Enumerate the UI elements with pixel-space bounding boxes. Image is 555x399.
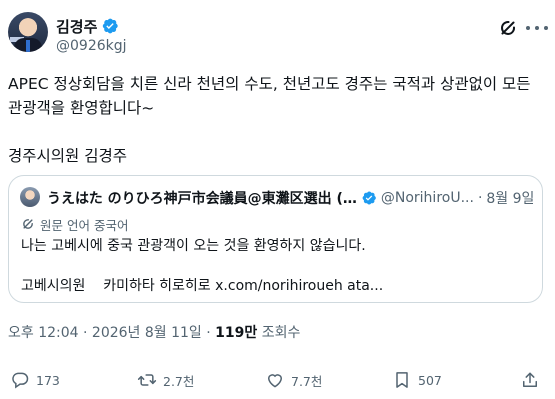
author-handle[interactable]: @0926kgj bbox=[56, 38, 127, 54]
quoted-post-card[interactable]: うえはた のりひろ神戸市会議員@東灘区選出 (… @NorihiroU... ·… bbox=[8, 175, 543, 303]
retweet-button[interactable]: 2.7천 bbox=[137, 368, 194, 392]
post-meta: 오후 12:04 · 2026년 8월 11일 · 119만 조회수 bbox=[8, 322, 300, 342]
like-count: 7.7천 bbox=[291, 373, 323, 389]
post-text: APEC 정상회담을 치른 신라 천년의 수도, 천년고도 경주는 국적과 상관… bbox=[8, 75, 531, 165]
translate-label: 원문 언어 중국어 bbox=[40, 217, 129, 233]
more-icon[interactable] bbox=[526, 20, 548, 36]
share-button[interactable] bbox=[520, 368, 540, 392]
quoted-text: 나는 고베시에 중국 관광객이 오는 것을 환영하지 않습니다. 고베시의원 카… bbox=[21, 236, 531, 296]
post-timestamp[interactable]: 오후 12:04 · 2026년 8월 11일 · bbox=[8, 325, 215, 341]
reply-icon bbox=[12, 372, 29, 389]
retweet-count: 2.7천 bbox=[163, 373, 195, 389]
quoted-text-line1: 나는 고베시에 중국 관광객이 오는 것을 환영하지 않습니다. bbox=[21, 238, 366, 254]
views-label: 조회수 bbox=[257, 325, 301, 341]
quoted-separator: · bbox=[477, 190, 483, 206]
bookmark-button[interactable]: 507 bbox=[392, 368, 442, 392]
views-count: 119만 bbox=[215, 325, 258, 341]
verified-badge-icon bbox=[362, 191, 376, 205]
quoted-author-avatar bbox=[20, 187, 40, 207]
share-icon bbox=[523, 372, 537, 387]
reply-button[interactable]: 173 bbox=[10, 368, 60, 392]
quoted-date: 8월 9일 bbox=[486, 191, 535, 207]
author-name[interactable]: 김경주 bbox=[56, 16, 97, 37]
action-bar: 173 2.7천 7.7천 507 bbox=[0, 368, 555, 392]
quoted-link[interactable]: x.com/norihiroueh ata... bbox=[215, 278, 383, 294]
translate-notice[interactable]: 원문 언어 중국어 bbox=[21, 216, 129, 233]
retweet-icon bbox=[137, 374, 157, 386]
bookmark-icon bbox=[396, 372, 408, 388]
reply-count: 173 bbox=[36, 372, 60, 388]
translate-icon bbox=[23, 219, 33, 229]
quoted-author-handle: @NorihiroU... bbox=[380, 190, 474, 206]
quoted-text-line3: 고베시의원 카미하타 히로히로 bbox=[21, 278, 216, 294]
author-avatar[interactable] bbox=[8, 12, 48, 52]
heart-icon bbox=[267, 374, 283, 388]
bookmark-count: 507 bbox=[418, 372, 442, 388]
like-button[interactable]: 7.7천 bbox=[265, 368, 322, 392]
quoted-author-name: うえはた のりひろ神戸市会議員@東灘区選出 (… bbox=[47, 191, 357, 207]
author-name-row: 김경주 bbox=[56, 16, 119, 36]
grok-icon[interactable] bbox=[498, 18, 518, 38]
verified-badge-icon bbox=[103, 18, 119, 34]
quoted-header: うえはた のりひろ神戸市会議員@東灘区選出 (… @NorihiroU... ·… bbox=[47, 188, 534, 208]
